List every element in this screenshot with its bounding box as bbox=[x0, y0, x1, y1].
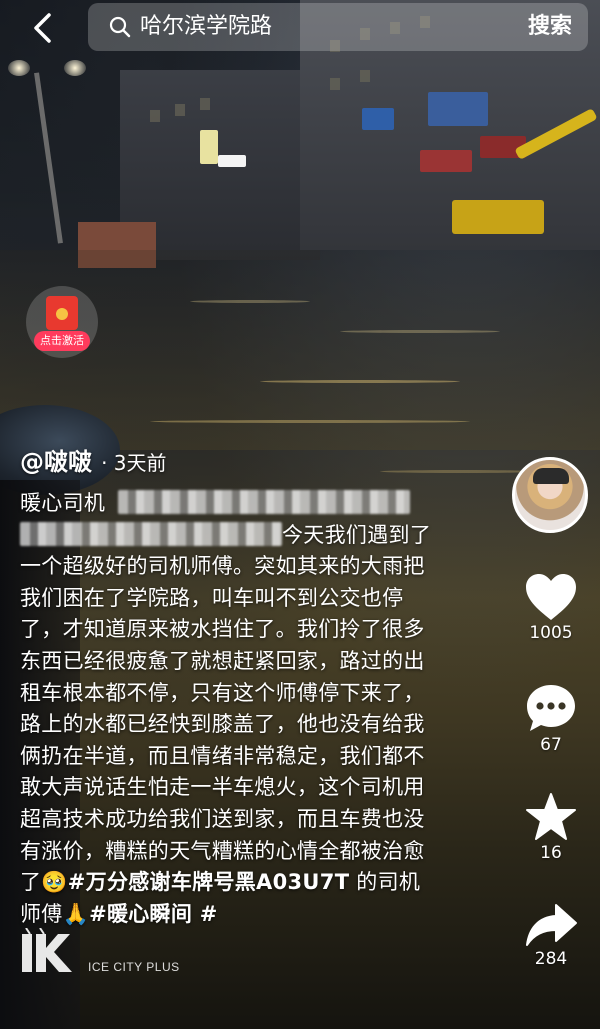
shop-sign bbox=[428, 92, 488, 126]
building-window bbox=[200, 98, 210, 110]
comment-count: 67 bbox=[540, 735, 562, 755]
favorite-button[interactable]: 16 bbox=[508, 792, 594, 864]
activity-badge[interactable]: 点击激活 bbox=[26, 286, 98, 358]
post-caption[interactable]: 暖心司机 今天我们遇到了一个超级好的司机师傅。突如其来的大雨把我们困在了学院路，… bbox=[20, 488, 440, 930]
star-icon bbox=[526, 793, 576, 840]
caption-line2: 今天我们遇到 bbox=[282, 522, 410, 547]
shop-sign bbox=[420, 150, 472, 172]
like-count: 1005 bbox=[529, 623, 573, 643]
water-ripple bbox=[150, 420, 470, 423]
street-lamp bbox=[8, 60, 30, 76]
water-ripple bbox=[190, 300, 310, 303]
red-envelope-icon bbox=[46, 296, 78, 330]
share-button[interactable]: 284 bbox=[508, 902, 594, 970]
shop-light bbox=[218, 155, 246, 167]
search-input[interactable]: 哈尔滨学院路 bbox=[140, 13, 272, 41]
search-button[interactable]: 搜索 bbox=[528, 13, 572, 41]
building-window bbox=[330, 78, 340, 90]
caption-body: 了一个超级好的司机师傅。突如其来的大雨把我们困在了学院路，叫车叫不到公交也停了，… bbox=[20, 522, 432, 895]
comment-bubble-icon bbox=[527, 685, 575, 731]
watermark: ICE CITY PLUS bbox=[18, 922, 188, 982]
share-arrow-icon bbox=[526, 904, 577, 946]
water-ripple bbox=[340, 330, 500, 333]
top-bar: 哈尔滨学院路 搜索 bbox=[0, 0, 600, 56]
share-count: 284 bbox=[534, 949, 568, 969]
building-window bbox=[150, 110, 160, 122]
hashtag-thanks[interactable]: #万分感谢车牌号黑A03U7T bbox=[68, 870, 350, 894]
excavator-body bbox=[452, 200, 544, 234]
street-lamp bbox=[64, 60, 86, 76]
blurred-text bbox=[20, 521, 282, 546]
street-light-pole bbox=[34, 72, 63, 244]
building-window bbox=[360, 70, 370, 82]
shop-light bbox=[200, 130, 218, 164]
heart-icon bbox=[526, 574, 576, 620]
author-name[interactable]: @啵啵 bbox=[20, 448, 92, 476]
caption-prefix: 暖心司机 bbox=[20, 491, 106, 515]
shop-sign bbox=[362, 108, 394, 130]
ice-city-logo bbox=[22, 928, 72, 972]
post-meta: @啵啵 · 3天前 bbox=[20, 446, 167, 478]
watermark-text: ICE CITY PLUS bbox=[88, 960, 180, 974]
author-avatar[interactable] bbox=[512, 457, 588, 533]
water-ripple bbox=[260, 380, 460, 383]
water-ripple bbox=[380, 470, 540, 473]
building-window bbox=[175, 104, 185, 116]
avatar-hat bbox=[533, 468, 569, 484]
back-button[interactable] bbox=[22, 8, 62, 48]
blurred-text bbox=[118, 490, 411, 514]
search-bar[interactable]: 哈尔滨学院路 搜索 bbox=[88, 3, 588, 51]
activity-badge-label: 点击激活 bbox=[34, 331, 90, 351]
comment-button[interactable]: 67 bbox=[508, 682, 594, 756]
favorite-count: 16 bbox=[540, 843, 562, 863]
like-button[interactable]: 1005 bbox=[508, 572, 594, 644]
search-icon bbox=[109, 16, 131, 38]
post-time: · 3天前 bbox=[101, 451, 167, 475]
chevron-left-icon bbox=[34, 13, 51, 43]
emoji-teary-face: 🥹 bbox=[41, 870, 68, 895]
